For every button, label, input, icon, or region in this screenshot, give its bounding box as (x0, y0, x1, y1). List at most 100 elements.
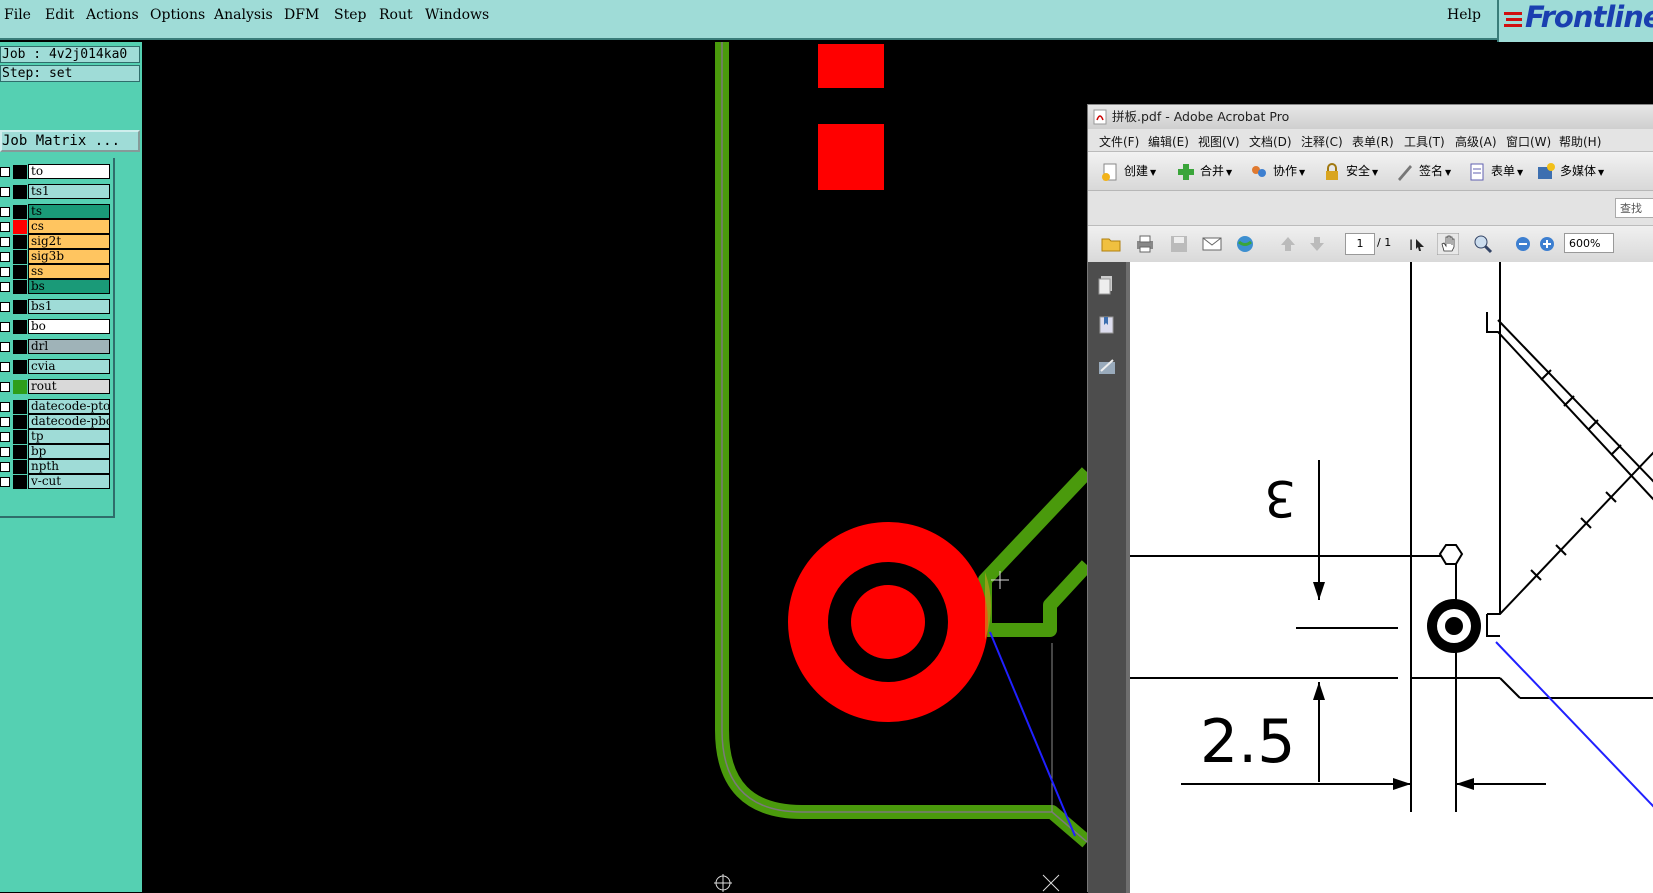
layer-checkbox[interactable] (0, 222, 10, 232)
layer-row-ts1[interactable]: ts1 (0, 184, 112, 200)
layer-row-sig2t[interactable]: sig2t (0, 234, 112, 250)
layer-name[interactable]: cvia (28, 359, 110, 374)
layer-name[interactable]: v-cut (28, 474, 110, 489)
layer-row-datecode-pto[interactable]: datecode-pto (0, 399, 112, 415)
menu-analysis[interactable]: Analysis (214, 7, 273, 23)
find-box[interactable]: 查找 (1615, 198, 1653, 218)
pcb-graphics-canvas[interactable] (142, 42, 1087, 892)
combine-button[interactable]: 合并 ▼ (1176, 160, 1232, 182)
layer-name[interactable]: datecode-pbo (28, 414, 110, 429)
layer-checkbox[interactable] (0, 417, 10, 427)
layer-row-tp[interactable]: tp (0, 429, 112, 445)
layer-checkbox[interactable] (0, 477, 10, 487)
layer-color-swatch[interactable] (13, 205, 27, 219)
menu-help[interactable]: Help (1447, 7, 1481, 23)
layer-checkbox[interactable] (0, 382, 10, 392)
layer-checkbox[interactable] (0, 447, 10, 457)
layer-checkbox[interactable] (0, 252, 10, 262)
menu-options[interactable]: Options (150, 7, 205, 23)
layer-row-bs1[interactable]: bs1 (0, 299, 112, 315)
pdf-document-view[interactable]: 3 2.5 (1126, 262, 1653, 893)
layer-row-sig3b[interactable]: sig3b (0, 249, 112, 265)
prev-page-icon[interactable] (1277, 233, 1299, 255)
menu-edit[interactable]: Edit (45, 7, 74, 23)
menu-dfm[interactable]: DFM (284, 7, 319, 23)
select-text-icon[interactable]: I (1406, 233, 1428, 255)
zoom-marquee-icon[interactable] (1472, 233, 1494, 255)
ac-menu-advanced[interactable]: 高级(A) (1455, 133, 1497, 150)
layer-color-swatch[interactable] (13, 280, 27, 294)
layer-row-bp[interactable]: bp (0, 444, 112, 460)
layer-checkbox[interactable] (0, 362, 10, 372)
layer-color-swatch[interactable] (13, 320, 27, 334)
layer-name[interactable]: drl (28, 339, 110, 354)
layer-name[interactable]: cs (28, 219, 110, 234)
next-page-icon[interactable] (1306, 233, 1328, 255)
layer-color-swatch[interactable] (13, 165, 27, 179)
layer-checkbox[interactable] (0, 237, 10, 247)
forms-button[interactable]: 表单 ▼ (1467, 160, 1523, 182)
layer-color-swatch[interactable] (13, 430, 27, 444)
bookmarks-panel-icon[interactable] (1097, 314, 1117, 336)
layer-row-drl[interactable]: drl (0, 339, 112, 355)
layer-row-v-cut[interactable]: v-cut (0, 474, 112, 490)
layer-checkbox[interactable] (0, 322, 10, 332)
layer-checkbox[interactable] (0, 282, 10, 292)
layer-color-swatch[interactable] (13, 265, 27, 279)
ac-menu-help[interactable]: 帮助(H) (1559, 133, 1601, 150)
layer-name[interactable]: bs1 (28, 299, 110, 314)
ac-menu-view[interactable]: 视图(V) (1198, 133, 1240, 150)
layer-row-bo[interactable]: bo (0, 319, 112, 335)
layer-checkbox[interactable] (0, 432, 10, 442)
globe-icon[interactable] (1234, 233, 1256, 255)
layer-row-datecode-pbo[interactable]: datecode-pbo (0, 414, 112, 430)
layer-checkbox[interactable] (0, 187, 10, 197)
ac-menu-forms[interactable]: 表单(R) (1352, 133, 1394, 150)
layer-color-swatch[interactable] (13, 380, 27, 394)
page-number-input[interactable]: 1 (1345, 233, 1375, 255)
collaborate-button[interactable]: 协作 ▼ (1249, 160, 1305, 182)
layer-color-swatch[interactable] (13, 460, 27, 474)
layer-color-swatch[interactable] (13, 400, 27, 414)
ac-menu-comments[interactable]: 注释(C) (1301, 133, 1343, 150)
layer-row-cvia[interactable]: cvia (0, 359, 112, 375)
layer-name[interactable]: sig2t (28, 234, 110, 249)
create-button[interactable]: 创建 ▼ (1100, 160, 1156, 182)
email-icon[interactable] (1201, 233, 1223, 255)
layer-name[interactable]: bs (28, 279, 110, 294)
layer-color-swatch[interactable] (13, 475, 27, 489)
pages-panel-icon[interactable] (1097, 274, 1117, 296)
layer-row-ts[interactable]: ts (0, 204, 112, 220)
layer-checkbox[interactable] (0, 207, 10, 217)
menu-windows[interactable]: Windows (425, 7, 489, 23)
zoom-in-icon[interactable] (1536, 233, 1558, 255)
layer-name[interactable]: datecode-pto (28, 399, 110, 414)
layer-checkbox[interactable] (0, 402, 10, 412)
open-folder-icon[interactable] (1100, 233, 1122, 255)
layer-color-swatch[interactable] (13, 250, 27, 264)
ac-menu-tools[interactable]: 工具(T) (1404, 133, 1445, 150)
layer-color-swatch[interactable] (13, 235, 27, 249)
layer-color-swatch[interactable] (13, 445, 27, 459)
zoom-out-icon[interactable] (1512, 233, 1534, 255)
layer-checkbox[interactable] (0, 302, 10, 312)
security-button[interactable]: 安全 ▼ (1322, 160, 1378, 182)
layer-name[interactable]: ts1 (28, 184, 110, 199)
menu-actions[interactable]: Actions (86, 7, 139, 23)
menu-file[interactable]: File (4, 7, 31, 23)
layer-name[interactable]: ts (28, 204, 110, 219)
layer-checkbox[interactable] (0, 267, 10, 277)
layer-color-swatch[interactable] (13, 340, 27, 354)
ac-menu-document[interactable]: 文档(D) (1249, 133, 1292, 150)
layer-name[interactable]: to (28, 164, 110, 179)
layer-name[interactable]: npth (28, 459, 110, 474)
layer-checkbox[interactable] (0, 342, 10, 352)
zoom-level-select[interactable]: 600% (1564, 233, 1614, 253)
layer-color-swatch[interactable] (13, 360, 27, 374)
layer-checkbox[interactable] (0, 462, 10, 472)
save-icon[interactable] (1168, 233, 1190, 255)
layer-name[interactable]: rout (28, 379, 110, 394)
ac-menu-window[interactable]: 窗口(W) (1506, 133, 1551, 150)
layer-color-swatch[interactable] (13, 415, 27, 429)
print-icon[interactable] (1134, 233, 1156, 255)
